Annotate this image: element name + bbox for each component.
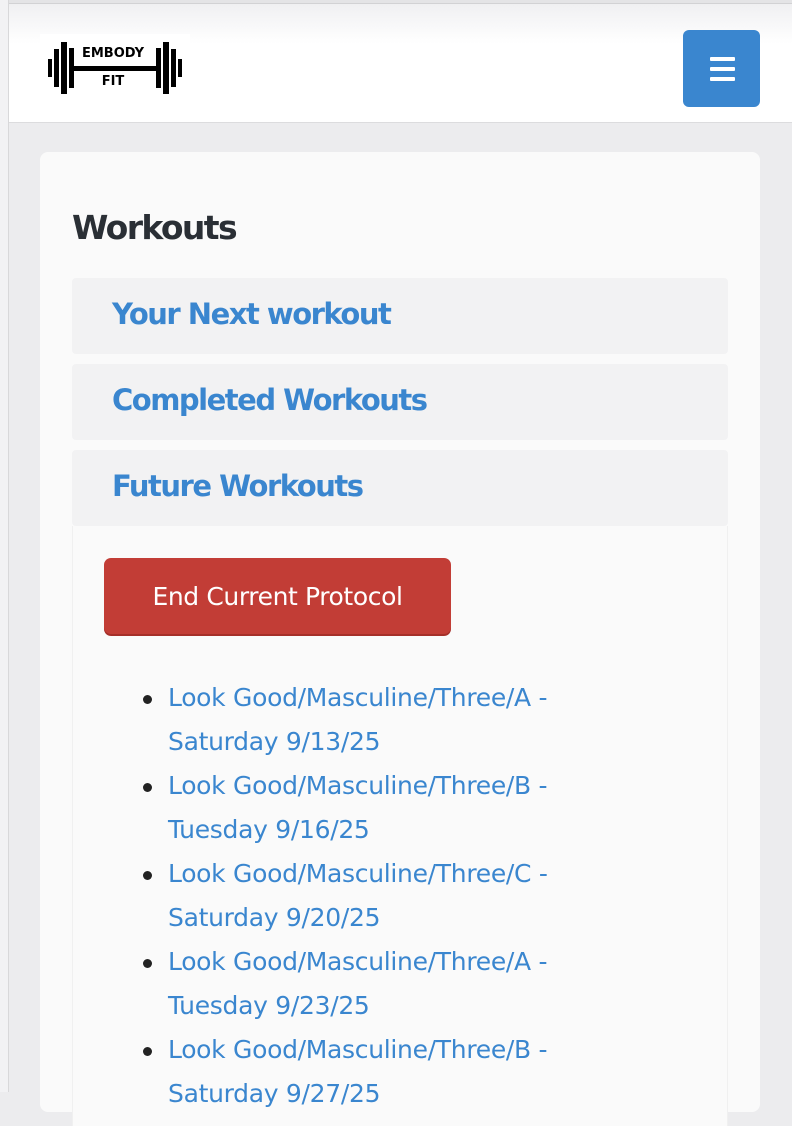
logo-text-fit: FIT xyxy=(101,74,125,89)
site-header: EMBODY FIT xyxy=(9,4,792,123)
bullet-icon xyxy=(143,871,152,880)
page-title: Workouts xyxy=(72,208,238,247)
bullet-icon xyxy=(143,695,152,704)
window-left-border xyxy=(0,0,9,1092)
list-item: Look Good/Masculine/Three/B - Saturday 9… xyxy=(73,1028,608,1116)
end-current-protocol-button[interactable]: End Current Protocol xyxy=(104,558,451,634)
bullet-icon xyxy=(143,959,152,968)
workout-link[interactable]: Look Good/Masculine/Three/A - Saturday 9… xyxy=(168,683,548,756)
embody-fit-logo[interactable]: EMBODY FIT xyxy=(40,34,190,102)
section-completed-workouts[interactable]: Completed Workouts xyxy=(72,364,728,440)
menu-toggle-button[interactable] xyxy=(683,30,760,107)
future-workouts-list: Look Good/Masculine/Three/A - Saturday 9… xyxy=(73,676,608,1116)
workout-link[interactable]: Look Good/Masculine/Three/A - Tuesday 9/… xyxy=(168,947,548,1020)
logo-text-embody: EMBODY xyxy=(81,46,145,61)
section-label: Your Next workout xyxy=(112,297,392,331)
section-label: Completed Workouts xyxy=(112,383,428,417)
list-item: Look Good/Masculine/Three/B - Tuesday 9/… xyxy=(73,764,608,852)
workout-link[interactable]: Look Good/Masculine/Three/B - Saturday 9… xyxy=(168,1035,548,1108)
section-future-workouts[interactable]: Future Workouts xyxy=(72,450,728,526)
barbell-icon xyxy=(40,34,190,102)
workout-link[interactable]: Look Good/Masculine/Three/C - Saturday 9… xyxy=(168,859,548,932)
workout-link[interactable]: Look Good/Masculine/Three/B - Tuesday 9/… xyxy=(168,771,548,844)
workouts-card: Workouts Your Next workout Completed Wor… xyxy=(40,152,760,1126)
list-item: Look Good/Masculine/Three/C - Saturday 9… xyxy=(73,852,608,940)
list-item: Look Good/Masculine/Three/A - Saturday 9… xyxy=(73,676,608,764)
future-workouts-panel: End Current Protocol Look Good/Masculine… xyxy=(72,526,728,1126)
section-label: Future Workouts xyxy=(112,469,364,503)
section-your-next-workout[interactable]: Your Next workout xyxy=(72,278,728,354)
bullet-icon xyxy=(143,1047,152,1056)
list-item: Look Good/Masculine/Three/A - Tuesday 9/… xyxy=(73,940,608,1028)
bullet-icon xyxy=(143,783,152,792)
